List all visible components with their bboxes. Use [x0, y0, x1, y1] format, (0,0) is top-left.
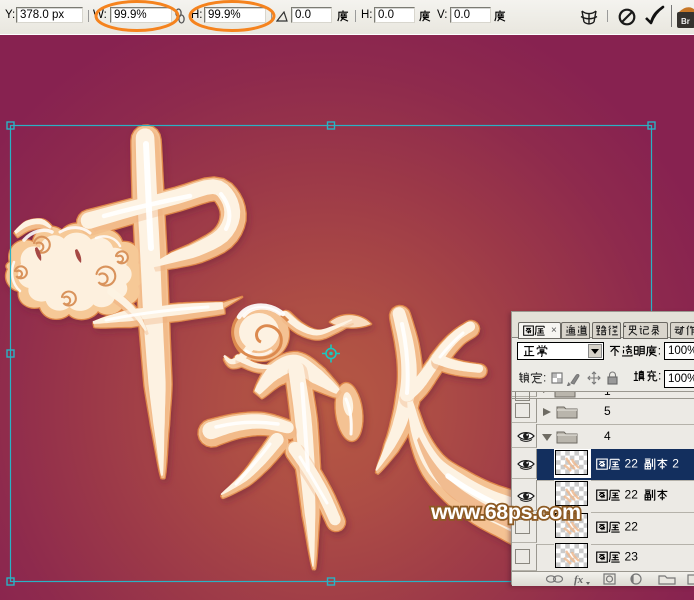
- svg-text:22: 22: [621, 487, 641, 501]
- svg-text:fx: fx: [574, 574, 584, 586]
- svg-text:2: 2: [669, 456, 679, 470]
- svg-text:23: 23: [621, 549, 638, 563]
- svg-text::: :: [658, 343, 661, 357]
- svg-text:Br: Br: [681, 17, 690, 26]
- svg-text:22: 22: [621, 519, 638, 533]
- svg-text::: :: [543, 370, 546, 384]
- svg-text::: :: [658, 368, 661, 382]
- svg-text:22: 22: [621, 456, 641, 470]
